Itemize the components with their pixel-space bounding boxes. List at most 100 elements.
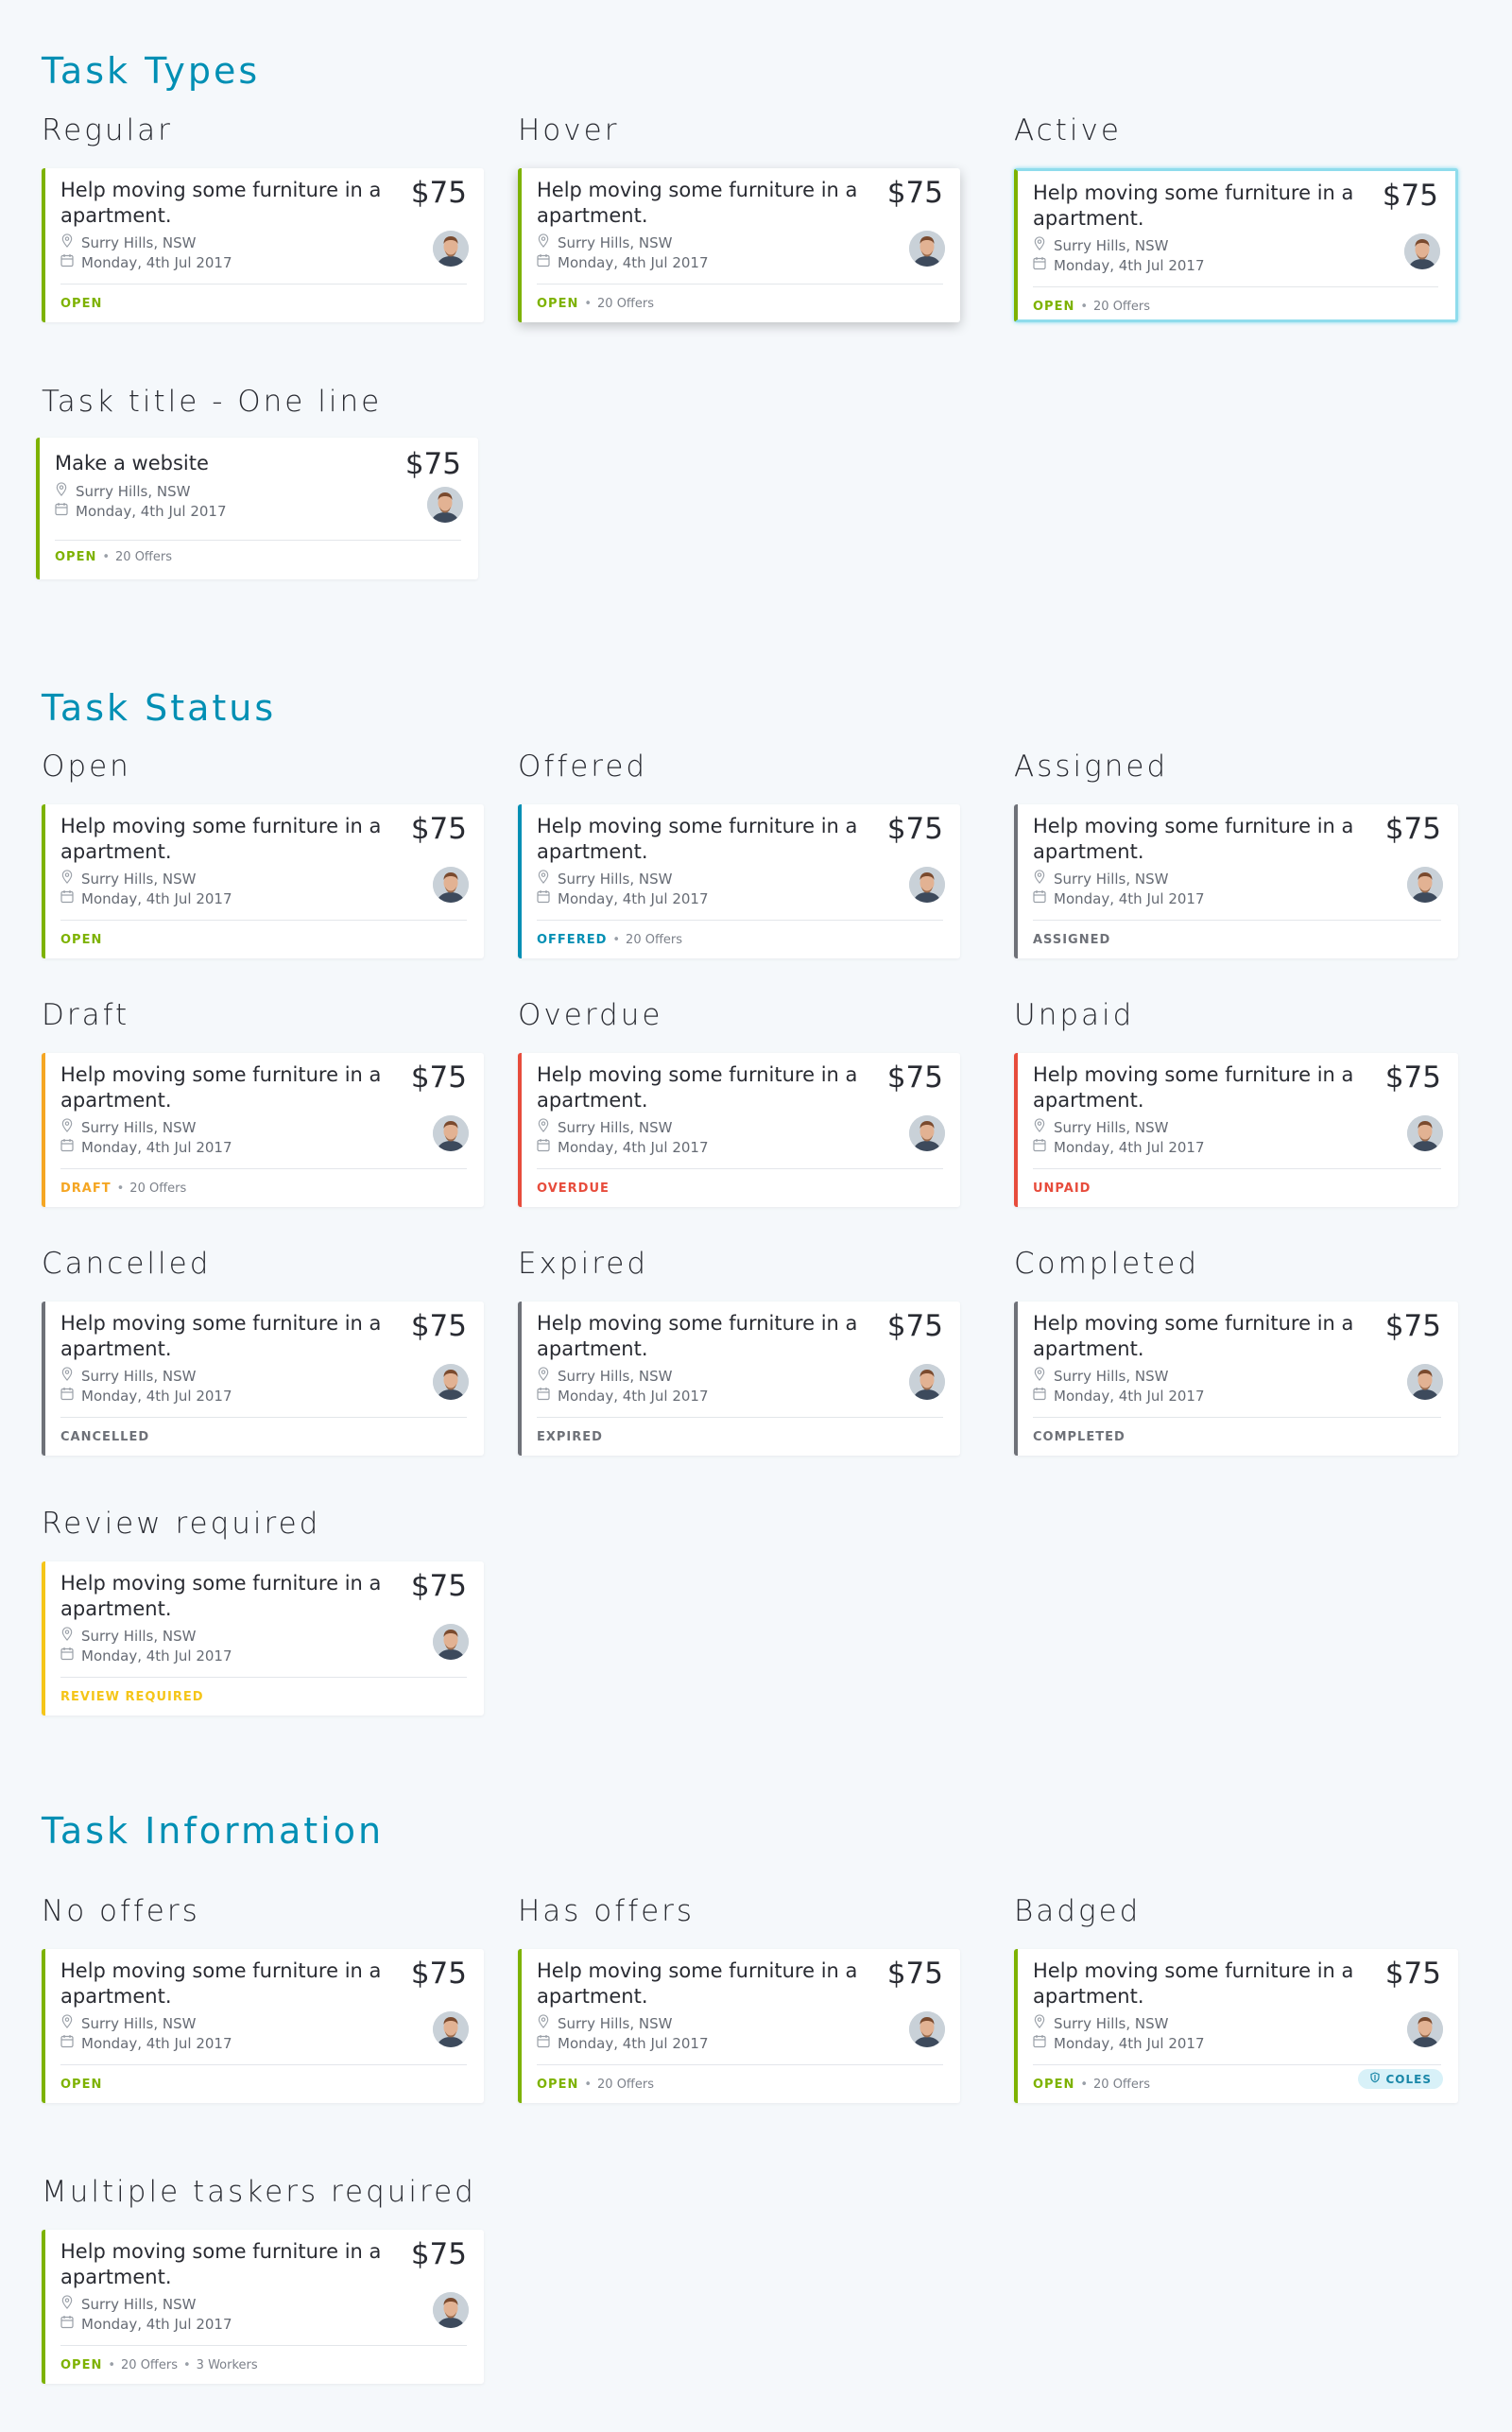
location-pin-icon: [60, 233, 74, 251]
offers-count: 20 Offers: [129, 1182, 187, 1196]
label-multiple-taskers-required: Multiple taskers required: [42, 2175, 476, 2209]
card-divider: [60, 1677, 467, 1678]
task-date: Monday, 4th Jul 2017: [537, 1138, 709, 1156]
task-price: $75: [410, 1309, 467, 1343]
task-title: Help moving some furniture in a apartmen…: [60, 2240, 382, 2288]
task-title: Help moving some furniture in a apartmen…: [60, 1063, 382, 1112]
avatar[interactable]: [1407, 2011, 1443, 2047]
task-card-completed[interactable]: Help moving some furniture in a apartmen…: [1014, 1302, 1458, 1456]
avatar[interactable]: [909, 1364, 945, 1400]
calendar-icon: [1033, 1387, 1046, 1405]
avatar[interactable]: [433, 1115, 469, 1151]
task-card-open[interactable]: Help moving some furniture in a apartmen…: [42, 804, 484, 958]
task-card-no-offers[interactable]: Help moving some furniture in a apartmen…: [42, 1949, 484, 2103]
task-card-badged[interactable]: Help moving some furniture in a apartmen…: [1014, 1949, 1458, 2103]
task-location: Surry Hills, NSW: [60, 1627, 196, 1645]
task-location: Surry Hills, NSW: [60, 1367, 196, 1385]
avatar[interactable]: [427, 487, 463, 523]
location-text: Surry Hills, NSW: [1054, 236, 1169, 254]
workers-count: 3 Workers: [196, 2358, 258, 2372]
task-price: $75: [1384, 812, 1441, 846]
task-price: $75: [1382, 179, 1438, 213]
card-footer: REVIEW REQUIRED: [60, 1690, 471, 1704]
location-pin-icon: [60, 1118, 74, 1136]
status-label: CANCELLED: [60, 1430, 150, 1444]
location-text: Surry Hills, NSW: [81, 1367, 197, 1385]
avatar[interactable]: [909, 1115, 945, 1151]
avatar[interactable]: [433, 1624, 469, 1660]
label-draft: Draft: [42, 998, 130, 1032]
status-label: ASSIGNED: [1033, 933, 1111, 947]
avatar[interactable]: [1407, 1364, 1443, 1400]
status-label: OFFERED: [537, 933, 608, 947]
calendar-icon: [1033, 889, 1046, 907]
location-text: Surry Hills, NSW: [81, 233, 197, 251]
task-card-review-required[interactable]: Help moving some furniture in a apartmen…: [42, 1561, 484, 1716]
avatar[interactable]: [433, 2292, 469, 2328]
date-text: Monday, 4th Jul 2017: [81, 1387, 232, 1405]
dot-separator: •: [1080, 300, 1089, 314]
avatar[interactable]: [433, 2011, 469, 2047]
task-price: $75: [886, 1957, 943, 1991]
offers-count: 20 Offers: [626, 933, 683, 947]
task-date: Monday, 4th Jul 2017: [537, 253, 709, 271]
date-text: Monday, 4th Jul 2017: [81, 1138, 232, 1156]
task-card-draft[interactable]: Help moving some furniture in a apartmen…: [42, 1053, 484, 1207]
date-text: Monday, 4th Jul 2017: [1054, 889, 1205, 907]
label-task-title-one-line: Task title - One line: [42, 385, 383, 419]
label-unpaid: Unpaid: [1014, 998, 1135, 1032]
task-price: $75: [886, 176, 943, 210]
task-card-assigned[interactable]: Help moving some furniture in a apartmen…: [1014, 804, 1458, 958]
location-pin-icon: [60, 1627, 74, 1645]
avatar[interactable]: [909, 231, 945, 267]
task-card-offered[interactable]: Help moving some furniture in a apartmen…: [518, 804, 960, 958]
avatar[interactable]: [1407, 1115, 1443, 1151]
avatar[interactable]: [433, 231, 469, 267]
task-card-regular[interactable]: Help moving some furniture in a apartmen…: [42, 168, 484, 322]
task-location: Surry Hills, NSW: [1033, 1118, 1168, 1136]
task-card-has-offers[interactable]: Help moving some furniture in a apartmen…: [518, 1949, 960, 2103]
task-card-active[interactable]: Help moving some furniture in a apartmen…: [1014, 168, 1458, 322]
task-date: Monday, 4th Jul 2017: [60, 1647, 232, 1664]
avatar[interactable]: [909, 2011, 945, 2047]
card-footer: COMPLETED: [1033, 1430, 1445, 1444]
task-title: Help moving some furniture in a apartmen…: [1033, 815, 1354, 863]
task-title: Help moving some furniture in a apartmen…: [1033, 181, 1354, 230]
task-date: Monday, 4th Jul 2017: [1033, 1387, 1205, 1405]
location-text: Surry Hills, NSW: [558, 870, 673, 888]
status-label: OPEN: [537, 297, 579, 311]
location-pin-icon: [60, 2295, 74, 2313]
avatar[interactable]: [433, 1364, 469, 1400]
task-date: Monday, 4th Jul 2017: [60, 253, 232, 271]
location-text: Surry Hills, NSW: [81, 2014, 197, 2032]
calendar-icon: [1033, 2034, 1046, 2052]
date-text: Monday, 4th Jul 2017: [1054, 256, 1205, 274]
date-text: Monday, 4th Jul 2017: [558, 889, 709, 907]
task-card-cancelled[interactable]: Help moving some furniture in a apartmen…: [42, 1302, 484, 1456]
task-date: Monday, 4th Jul 2017: [60, 2315, 232, 2333]
task-card-overdue[interactable]: Help moving some furniture in a apartmen…: [518, 1053, 960, 1207]
task-card-unpaid[interactable]: Help moving some furniture in a apartmen…: [1014, 1053, 1458, 1207]
task-card-expired[interactable]: Help moving some furniture in a apartmen…: [518, 1302, 960, 1456]
avatar[interactable]: [909, 867, 945, 903]
task-title: Help moving some furniture in a apartmen…: [60, 1312, 382, 1360]
card-footer: OFFERED • 20 Offers: [537, 933, 947, 947]
task-price: $75: [886, 1309, 943, 1343]
avatar[interactable]: [1407, 867, 1443, 903]
task-title: Help moving some furniture in a apartmen…: [1033, 1312, 1354, 1360]
task-card-hover[interactable]: Help moving some furniture in a apartmen…: [518, 168, 960, 322]
avatar[interactable]: [433, 867, 469, 903]
task-location: Surry Hills, NSW: [537, 870, 672, 888]
task-card-one-line[interactable]: Make a website $75 Surry Hills, NSW Monday,…: [36, 438, 478, 579]
task-title: Help moving some furniture in a apartmen…: [60, 1959, 382, 2008]
offers-count: 20 Offers: [597, 2078, 654, 2092]
task-price: $75: [410, 2237, 467, 2271]
status-label: OVERDUE: [537, 1182, 610, 1196]
date-text: Monday, 4th Jul 2017: [81, 253, 232, 271]
label-expired: Expired: [518, 1247, 649, 1281]
task-location: Surry Hills, NSW: [60, 1118, 196, 1136]
task-title: Help moving some furniture in a apartmen…: [1033, 1959, 1354, 2008]
avatar[interactable]: [1404, 233, 1440, 269]
card-footer: UNPAID: [1033, 1182, 1445, 1196]
task-card-multiple-taskers[interactable]: Help moving some furniture in a apartmen…: [42, 2230, 484, 2384]
